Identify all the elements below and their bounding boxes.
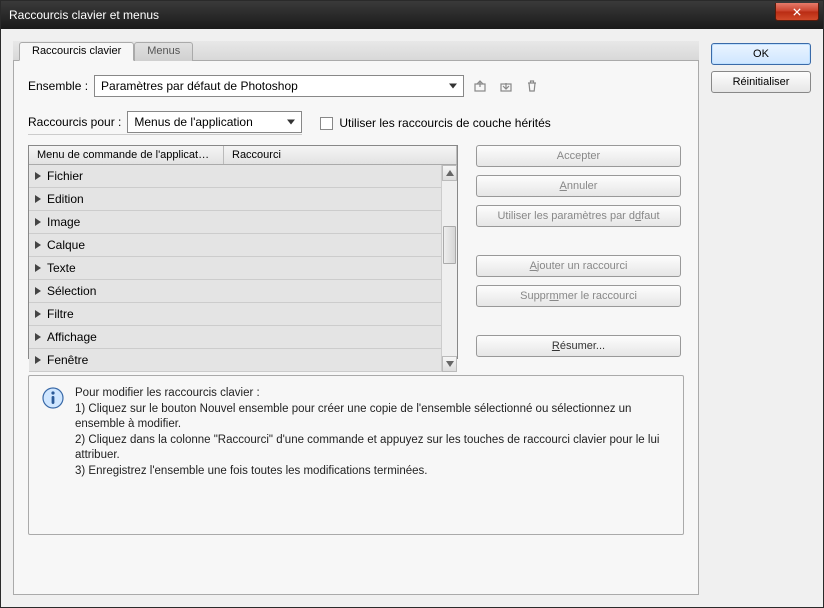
info-icon: [41, 386, 65, 410]
list-body: Fichier Edition Image Calque Texte Sélection F…: [29, 165, 457, 372]
expand-icon: [35, 172, 41, 180]
menu-row-label: Calque: [47, 238, 85, 252]
shortcut-list: Menu de commande de l'applicat… Raccourc…: [28, 145, 458, 359]
menu-row-sélection[interactable]: Sélection: [29, 280, 441, 303]
legacy-checkbox-label: Utiliser les raccourcis de couche hérité…: [339, 116, 550, 130]
trash-icon[interactable]: [522, 76, 542, 96]
ensemble-row: Ensemble : Paramètres par défaut de Phot…: [28, 75, 684, 97]
info-text: Pour modifier les raccourcis clavier : 1…: [75, 386, 671, 524]
action-column: Accepter Annuler Utiliser les paramètres…: [476, 145, 681, 359]
menu-row-label: Fenêtre: [47, 353, 88, 367]
scroll-down-icon[interactable]: [442, 356, 457, 372]
info-line2: 2) Cliquez dans la colonne "Raccourci" d…: [75, 433, 671, 464]
expand-icon: [35, 218, 41, 226]
menu-row-label: Affichage: [47, 330, 97, 344]
shortcuts-for-label: Raccourcis pour :: [28, 115, 121, 129]
info-line1: 1) Cliquez sur le bouton Nouvel ensemble…: [75, 402, 671, 433]
titlebar: Raccourcis clavier et menus: [1, 1, 823, 29]
scroll-thumb[interactable]: [443, 226, 456, 264]
expand-icon: [35, 356, 41, 364]
menu-row-fichier[interactable]: Fichier: [29, 165, 441, 188]
info-line3: 3) Enregistrez l'ensemble une fois toute…: [75, 464, 671, 480]
ensemble-dropdown[interactable]: Paramètres par défaut de Photoshop: [94, 75, 464, 97]
list-rows: Fichier Edition Image Calque Texte Sélection F…: [29, 165, 441, 372]
delete-shortcut-button[interactable]: Supprmmer le raccourci: [476, 285, 681, 307]
window-title: Raccourcis clavier et menus: [9, 8, 159, 22]
menu-row-label: Edition: [47, 192, 84, 206]
col-header-menu[interactable]: Menu de commande de l'applicat…: [29, 146, 224, 164]
scroll-track[interactable]: [442, 181, 457, 356]
menu-row-filtre[interactable]: Filtre: [29, 303, 441, 326]
shortcuts-for-value: Menus de l'application: [134, 115, 252, 129]
shortcuts-for-dropdown[interactable]: Menus de l'application: [127, 111, 302, 133]
scrollbar[interactable]: [441, 165, 457, 372]
tab-shortcuts[interactable]: Raccourcis clavier: [19, 42, 134, 61]
info-heading: Pour modifier les raccourcis clavier :: [75, 386, 671, 402]
menu-row-image[interactable]: Image: [29, 211, 441, 234]
menu-row-label: Filtre: [47, 307, 74, 321]
ok-button[interactable]: OK: [711, 43, 811, 65]
save-set-icon[interactable]: [470, 76, 490, 96]
tab-menus[interactable]: Menus: [134, 42, 193, 61]
menu-row-edition[interactable]: Edition: [29, 188, 441, 211]
shortcuts-for-group: Raccourcis pour : Menus de l'application: [28, 111, 302, 135]
col-header-shortcut[interactable]: Raccourci: [224, 146, 457, 164]
expand-icon: [35, 310, 41, 318]
accept-button[interactable]: Accepter: [476, 145, 681, 167]
legacy-checkbox[interactable]: [320, 117, 333, 130]
expand-icon: [35, 287, 41, 295]
scroll-up-icon[interactable]: [442, 165, 457, 181]
menu-row-fenêtre[interactable]: Fenêtre: [29, 349, 441, 372]
menu-row-label: Sélection: [47, 284, 96, 298]
list-header: Menu de commande de l'applicat… Raccourc…: [29, 146, 457, 165]
side-panel: OK Réinitialiser: [711, 41, 811, 595]
close-button[interactable]: [775, 3, 819, 21]
expand-icon: [35, 241, 41, 249]
main-panel: Raccourcis clavier Menus Ensemble : Para…: [13, 41, 699, 595]
undo-button[interactable]: Annuler: [476, 175, 681, 197]
info-box: Pour modifier les raccourcis clavier : 1…: [28, 375, 684, 535]
expand-icon: [35, 264, 41, 272]
menu-row-texte[interactable]: Texte: [29, 257, 441, 280]
new-set-icon[interactable]: [496, 76, 516, 96]
tab-bar: Raccourcis clavier Menus: [13, 41, 699, 61]
use-default-button[interactable]: Utiliser les paramètres par ddfaut: [476, 205, 681, 227]
summarize-button[interactable]: Résumer...: [476, 335, 681, 357]
tab-content: Ensemble : Paramètres par défaut de Phot…: [13, 61, 699, 595]
add-shortcut-button[interactable]: Ajouter un raccourci: [476, 255, 681, 277]
reset-button[interactable]: Réinitialiser: [711, 71, 811, 93]
ensemble-value: Paramètres par défaut de Photoshop: [101, 79, 298, 93]
menu-row-label: Texte: [47, 261, 76, 275]
expand-icon: [35, 333, 41, 341]
menu-row-affichage[interactable]: Affichage: [29, 326, 441, 349]
dialog-window: Raccourcis clavier et menus Raccourcis c…: [0, 0, 824, 608]
ensemble-label: Ensemble :: [28, 79, 88, 93]
close-icon: [792, 8, 802, 16]
expand-icon: [35, 195, 41, 203]
dialog-body: Raccourcis clavier Menus Ensemble : Para…: [1, 29, 823, 607]
middle-area: Menu de commande de l'applicat… Raccourc…: [28, 145, 684, 359]
menu-row-label: Image: [47, 215, 80, 229]
menu-row-calque[interactable]: Calque: [29, 234, 441, 257]
shortcuts-for-row: Raccourcis pour : Menus de l'application…: [28, 111, 684, 135]
menu-row-label: Fichier: [47, 169, 83, 183]
